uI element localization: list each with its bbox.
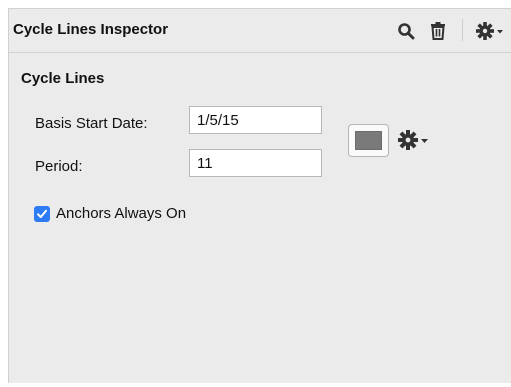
period-label: Period: (35, 158, 83, 175)
gear-menu-icon[interactable] (474, 19, 506, 43)
period-field[interactable] (189, 149, 322, 177)
section-title-cycle-lines: Cycle Lines (21, 70, 105, 87)
search-icon[interactable] (394, 19, 418, 43)
inspector-title: Cycle Lines Inspector (13, 21, 169, 38)
anchors-always-on-checkbox[interactable] (34, 206, 50, 222)
cycle-lines-inspector-panel: Cycle Lines Inspector Cycle Lines Basis … (8, 8, 511, 383)
cycle-lines-action-gear-icon[interactable] (397, 126, 433, 154)
toolbar-divider (462, 19, 463, 41)
line-color-well[interactable] (348, 124, 389, 157)
anchors-always-on-label: Anchors Always On (56, 205, 187, 222)
basis-start-date-label: Basis Start Date: (35, 115, 148, 132)
basis-start-date-field[interactable] (189, 106, 322, 134)
line-color-swatch (355, 131, 382, 150)
trash-icon[interactable] (426, 19, 450, 43)
checkmark-icon (37, 209, 47, 218)
inspector-title-bar: Cycle Lines Inspector (9, 9, 511, 53)
